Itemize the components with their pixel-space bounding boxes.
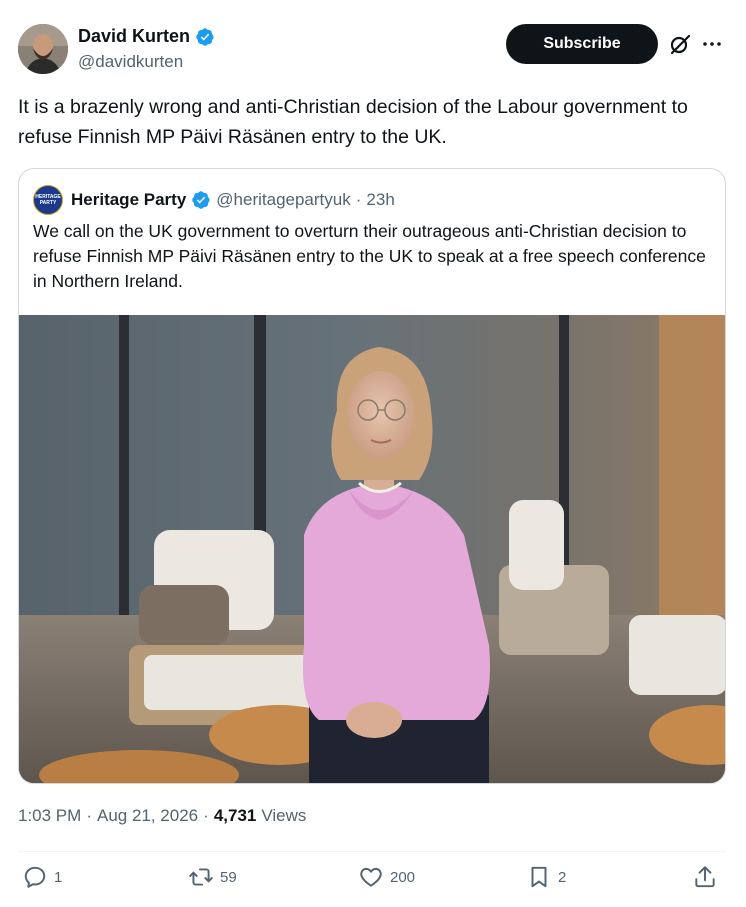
- verified-badge-icon[interactable]: [191, 190, 211, 210]
- quoted-avatar-text: HERITAGE PARTY: [35, 194, 61, 206]
- verified-badge-icon[interactable]: [195, 27, 215, 47]
- tweet-header: David Kurten @davidkurten Subscribe: [18, 24, 730, 76]
- bookmark-count: 2: [558, 868, 567, 886]
- tweet-date[interactable]: Aug 21, 2026: [97, 806, 198, 826]
- more-icon[interactable]: [700, 32, 724, 56]
- repost-button[interactable]: 59: [188, 864, 237, 890]
- share-icon: [695, 866, 715, 888]
- quoted-separator: ·: [355, 190, 362, 209]
- repost-icon: [189, 868, 213, 886]
- like-button[interactable]: 200: [358, 864, 415, 890]
- action-bar: 1 59 200 2: [18, 864, 730, 898]
- tweet-text: It is a brazenly wrong and anti-Christia…: [18, 96, 688, 148]
- quoted-tweet[interactable]: HERITAGE PARTY Heritage Party @heritagep…: [18, 168, 726, 784]
- meta-separator: ·: [86, 806, 92, 825]
- quoted-time[interactable]: 23h: [366, 190, 394, 210]
- reply-icon: [24, 866, 46, 888]
- divider: [18, 851, 726, 852]
- repost-count: 59: [220, 868, 237, 886]
- author-handle[interactable]: @davidkurten: [78, 52, 183, 72]
- author-name[interactable]: David Kurten: [78, 26, 190, 47]
- bookmark-icon: [531, 866, 547, 888]
- tweet-time[interactable]: 1:03 PM: [18, 806, 81, 826]
- quoted-tweet-text: We call on the UK government to overturn…: [33, 221, 706, 291]
- views-label: Views: [261, 806, 307, 825]
- like-icon: [360, 867, 382, 887]
- quoted-tweet-header: HERITAGE PARTY Heritage Party @heritagep…: [33, 185, 395, 215]
- subscribe-button[interactable]: Subscribe: [506, 24, 658, 64]
- reply-button[interactable]: 1: [22, 864, 62, 890]
- tweet-meta: 1:03 PM · Aug 21, 2026 · 4,731 Views: [18, 806, 306, 826]
- grok-icon[interactable]: [668, 32, 692, 56]
- quoted-author-avatar[interactable]: HERITAGE PARTY: [33, 185, 63, 215]
- quoted-tweet-photo[interactable]: [19, 315, 725, 783]
- quoted-author-handle[interactable]: @heritagepartyuk: [216, 190, 350, 210]
- reply-count: 1: [54, 868, 63, 886]
- views-count: 4,731: [213, 806, 257, 825]
- bookmark-button[interactable]: 2: [526, 864, 566, 890]
- like-count: 200: [390, 868, 416, 886]
- meta-separator: ·: [203, 806, 209, 825]
- author-avatar[interactable]: [18, 24, 68, 74]
- quoted-author-name[interactable]: Heritage Party: [71, 190, 186, 210]
- share-button[interactable]: [692, 864, 718, 890]
